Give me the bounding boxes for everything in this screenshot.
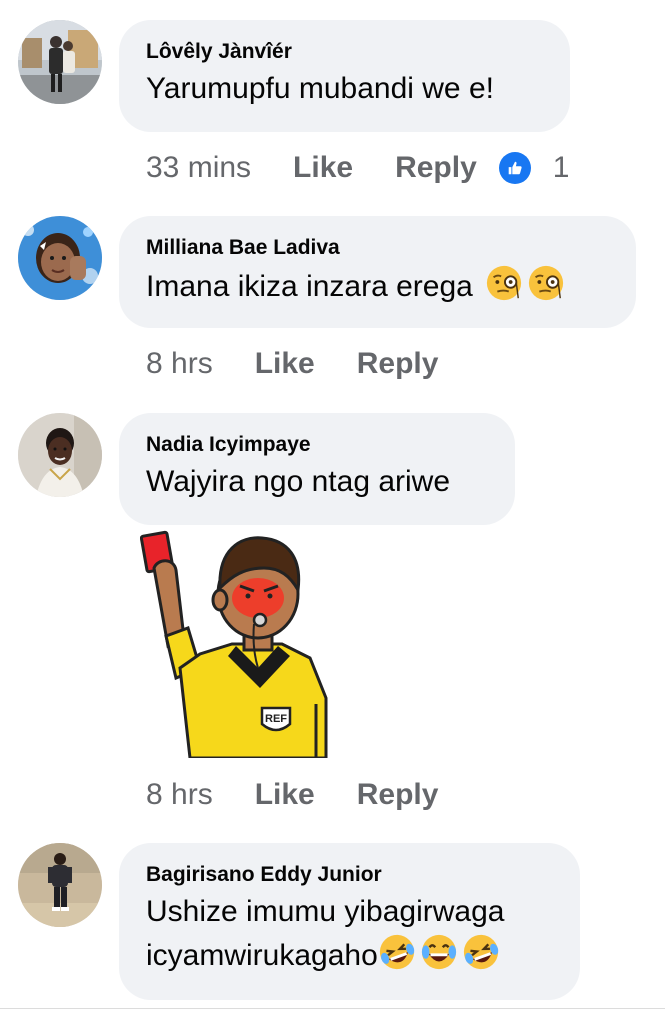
avatar-photo <box>18 20 102 104</box>
comment-actions: 8 hrs Like Reply <box>146 347 480 381</box>
referee-red-card-sticker[interactable]: REF <box>140 528 340 758</box>
like-button[interactable]: Like <box>255 778 315 812</box>
rolling-laughing-face-emoji-icon <box>463 934 498 970</box>
comment-text: Imana ikiza inzara erega <box>146 264 608 308</box>
comment-text: Yarumupfu mubandi we e! <box>146 72 494 105</box>
reply-button[interactable]: Reply <box>357 347 439 381</box>
reply-button[interactable]: Reply <box>395 151 477 185</box>
comment-bubble: Nadia Icyimpaye Wajyira ngo ntag ariwe <box>119 413 515 525</box>
comment-time[interactable]: 8 hrs <box>146 778 213 812</box>
divider <box>0 1008 665 1009</box>
reaction-count[interactable]: 1 <box>553 151 570 185</box>
comment-text-content: icyamwirukagaho <box>146 939 378 972</box>
like-button[interactable]: Like <box>293 151 353 185</box>
ref-badge-text: REF <box>265 713 287 725</box>
comment-author[interactable]: Bagirisano Eddy Junior <box>146 863 552 887</box>
comment-author[interactable]: Lôvêly Jànvîér <box>146 40 542 64</box>
comment-author[interactable]: Nadia Icyimpaye <box>146 433 487 457</box>
monocle-face-emoji-icon <box>487 265 522 301</box>
avatar[interactable] <box>18 20 102 104</box>
avatar-photo <box>18 216 102 300</box>
comment-actions: 33 mins Like Reply 1 <box>146 151 569 185</box>
comment-text-line-1: Ushize imumu yibagirwaga <box>146 895 505 928</box>
comment-text-content: Imana ikiza inzara erega <box>146 270 473 303</box>
avatar[interactable] <box>18 843 102 927</box>
comment-text-line-2: icyamwirukagaho <box>146 933 552 977</box>
whistle-icon <box>252 612 268 628</box>
comment-bubble: Bagirisano Eddy Junior Ushize imumu yiba… <box>119 843 580 1000</box>
comment-bubble: Milliana Bae Ladiva Imana ikiza inzara e… <box>119 216 636 328</box>
like-button[interactable]: Like <box>255 347 315 381</box>
comment-time[interactable]: 8 hrs <box>146 347 213 381</box>
comment-text: Wajyira ngo ntag ariwe <box>146 465 451 498</box>
rolling-laughing-face-emoji-icon <box>379 934 414 970</box>
comment-time[interactable]: 33 mins <box>146 151 251 185</box>
like-reaction-icon[interactable] <box>498 152 531 184</box>
comment-author[interactable]: Milliana Bae Ladiva <box>146 236 608 260</box>
tears-of-joy-face-emoji-icon <box>421 934 456 970</box>
avatar[interactable] <box>18 413 102 497</box>
reply-button[interactable]: Reply <box>357 778 439 812</box>
avatar-photo <box>18 413 102 497</box>
comment-actions: 8 hrs Like Reply <box>146 778 480 812</box>
comment-bubble: Lôvêly Jànvîér Yarumupfu mubandi we e! <box>119 20 570 132</box>
monocle-face-emoji-icon <box>529 265 564 301</box>
avatar[interactable] <box>18 216 102 300</box>
avatar-photo <box>18 843 102 927</box>
